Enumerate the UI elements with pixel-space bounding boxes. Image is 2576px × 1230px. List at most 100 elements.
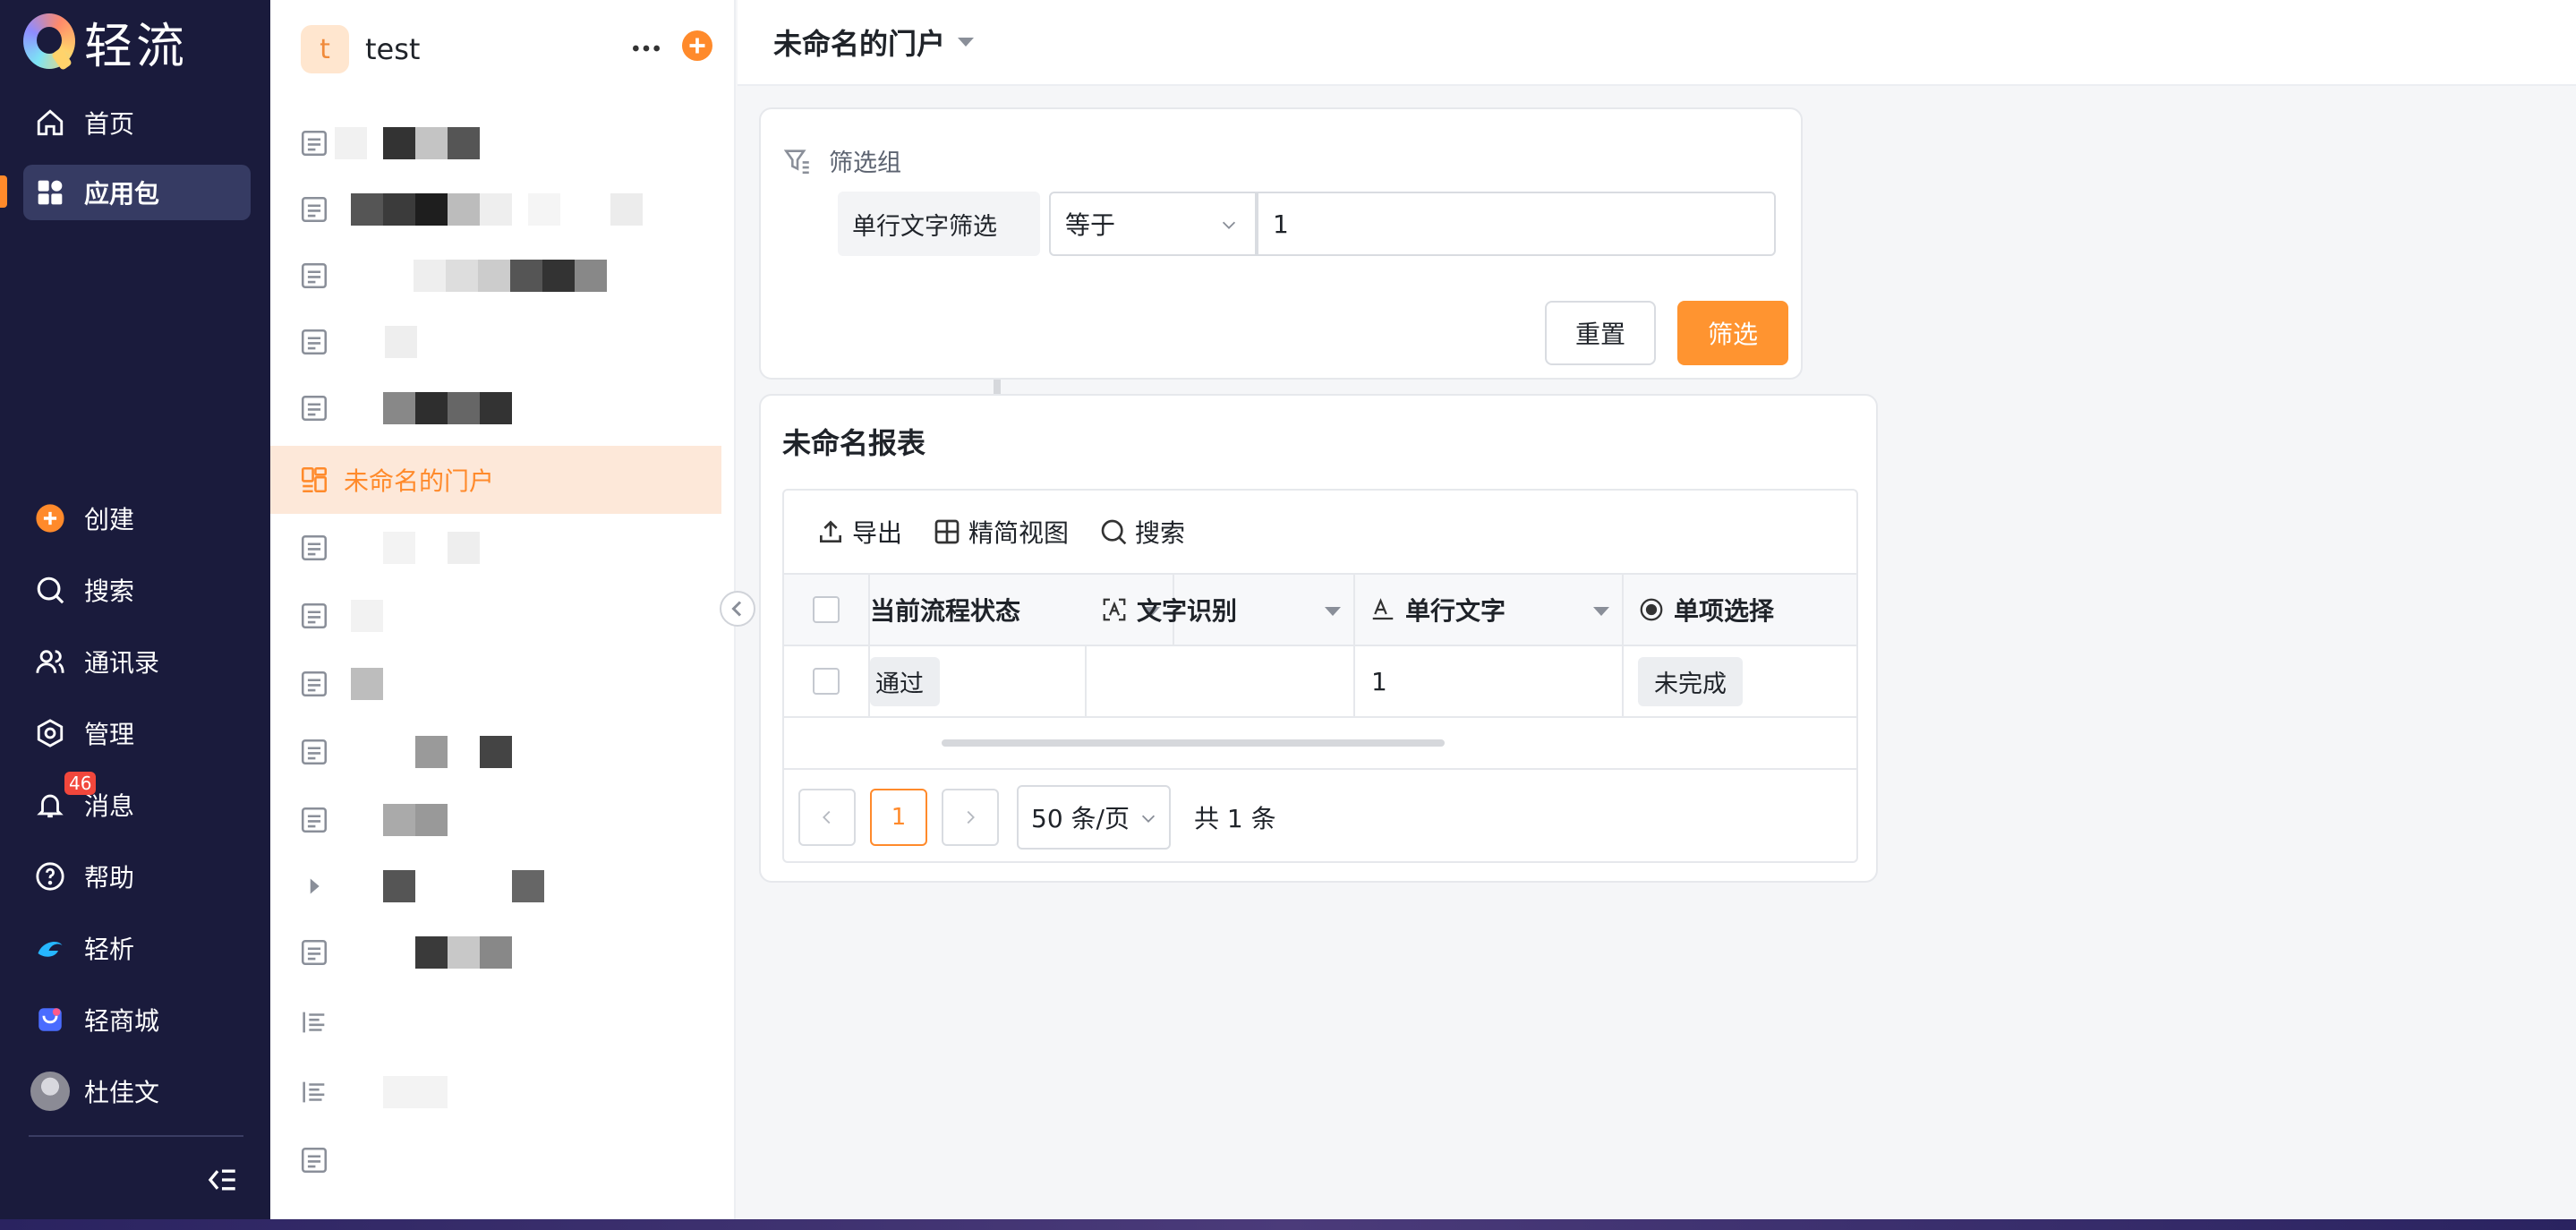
filter-operator-value: 等于: [1065, 210, 1116, 240]
nav-label: 首页: [84, 109, 135, 139]
header-select-all[interactable]: [784, 575, 870, 645]
redacted-label: [512, 870, 544, 902]
form-icon: [301, 739, 328, 765]
cell-status[interactable]: 通过: [870, 646, 1087, 716]
redacted-label: [448, 532, 480, 564]
nav-item-contacts[interactable]: 通讯录: [23, 634, 251, 689]
cell-ocr[interactable]: [1087, 646, 1355, 716]
nav-item-user-profile[interactable]: 杜佳文: [23, 1063, 251, 1119]
redacted-label: [542, 260, 575, 292]
app-logo[interactable]: 轻流: [23, 13, 188, 74]
report-title: 未命名报表: [782, 426, 926, 460]
add-icon[interactable]: [682, 30, 712, 61]
next-page-button[interactable]: [942, 789, 999, 846]
filter-operator-select[interactable]: 等于: [1049, 192, 1257, 256]
form-icon: [301, 534, 328, 561]
nav-item-manage[interactable]: 管理: [23, 705, 251, 761]
column-header-ocr[interactable]: 文字识别: [1087, 575, 1355, 645]
collapse-panel-icon[interactable]: [720, 591, 755, 627]
nav-item-help[interactable]: 帮助: [23, 849, 251, 904]
select-all-checkbox[interactable]: [813, 596, 840, 623]
tree-item[interactable]: [270, 718, 718, 786]
cell-text[interactable]: 1: [1355, 646, 1624, 716]
reset-button[interactable]: 重置: [1545, 301, 1656, 365]
filter-group-header: 筛选组: [782, 143, 901, 178]
filter-value-input[interactable]: 1: [1257, 192, 1776, 256]
redacted-label: [383, 392, 415, 424]
redacted-label: [610, 193, 643, 226]
nav-item-search[interactable]: 搜索: [23, 562, 251, 618]
page-title[interactable]: 未命名的门户: [773, 21, 945, 63]
redacted-label: [415, 392, 448, 424]
nav-item-qingxi[interactable]: 轻析: [23, 920, 251, 976]
caret-down-icon[interactable]: [1593, 607, 1609, 616]
filter-group-title: 筛选组: [829, 149, 901, 177]
export-button[interactable]: 导出: [816, 514, 902, 550]
column-label: 单项选择: [1674, 596, 1775, 626]
tree-item[interactable]: [270, 582, 718, 650]
tree-item[interactable]: [270, 175, 718, 243]
page-size-select[interactable]: 50 条/页: [1017, 785, 1171, 850]
collapse-nav-icon[interactable]: [204, 1164, 240, 1196]
filter-submit-button[interactable]: 筛选: [1677, 301, 1788, 365]
row-select-cell[interactable]: [784, 646, 870, 716]
tree-item[interactable]: [270, 988, 718, 1056]
tree-item-portal[interactable]: 未命名的门户: [270, 446, 721, 514]
help-icon: [32, 858, 68, 894]
more-icon[interactable]: [628, 30, 664, 66]
store-icon: [32, 1002, 68, 1038]
table-toolbar: 导出 精简视图 搜索: [784, 491, 1856, 573]
nav-label: 管理: [84, 720, 135, 749]
cell-choice[interactable]: 未完成: [1624, 646, 1856, 716]
page-number-button[interactable]: 1: [870, 789, 927, 846]
table-search-button[interactable]: 搜索: [1099, 514, 1185, 550]
tree-item[interactable]: [270, 1126, 718, 1194]
workspace-header[interactable]: t test: [301, 25, 420, 73]
table-horizontal-scrollbar[interactable]: [942, 739, 1445, 747]
column-header-text[interactable]: 单行文字: [1355, 575, 1624, 645]
tree-item[interactable]: [270, 242, 718, 310]
search-icon: [32, 572, 68, 608]
chevron-down-icon[interactable]: [958, 38, 975, 47]
nav-item-store[interactable]: 轻商城: [23, 992, 251, 1047]
tree-item[interactable]: [270, 918, 718, 987]
redacted-label: [448, 127, 480, 159]
redacted-label: [383, 1076, 448, 1108]
column-header-choice[interactable]: 单项选择: [1624, 575, 1856, 645]
redacted-label: [446, 260, 478, 292]
tree-item[interactable]: [270, 786, 718, 854]
tree-item[interactable]: [270, 650, 718, 718]
tree-item[interactable]: [270, 374, 718, 442]
tree-folder[interactable]: [270, 852, 718, 920]
tree-item[interactable]: [270, 109, 718, 177]
redacted-label: [575, 260, 607, 292]
redacted-label: [480, 392, 512, 424]
tree-item[interactable]: [270, 514, 718, 582]
caret-down-icon[interactable]: [1325, 607, 1341, 616]
nav-item-messages[interactable]: 消息: [23, 777, 251, 833]
prev-page-button[interactable]: [798, 789, 856, 846]
bell-icon: [32, 787, 68, 823]
search-label: 搜索: [1135, 518, 1186, 548]
redacted-label: [448, 193, 480, 226]
form-icon: [301, 262, 328, 289]
avatar: [30, 1072, 70, 1111]
redacted-label: [480, 736, 512, 768]
redacted-label: [448, 392, 480, 424]
nav-item-create[interactable]: 创建: [23, 491, 251, 546]
redacted-label: [383, 532, 415, 564]
redacted-label: [415, 936, 448, 969]
tree-item[interactable]: [270, 1058, 718, 1126]
chevron-right-icon: [310, 878, 320, 894]
nav-item-app-package[interactable]: 应用包: [23, 165, 251, 220]
page-size-value: 50 条/页: [1031, 804, 1130, 833]
user-name: 杜佳文: [84, 1078, 160, 1107]
tree-item[interactable]: [270, 308, 718, 376]
report-card: 未命名报表 导出 精简视图 搜索 当前流程状态 文字识别 单行文字 单项选择 通…: [759, 394, 1878, 883]
row-checkbox[interactable]: [813, 668, 840, 695]
table-row[interactable]: 通过 1 未完成: [784, 646, 1856, 718]
nav-item-home[interactable]: 首页: [23, 95, 251, 150]
compact-view-button[interactable]: 精简视图: [933, 514, 1069, 550]
brand-name: 轻流: [84, 17, 188, 74]
redacted-label: [480, 193, 512, 226]
